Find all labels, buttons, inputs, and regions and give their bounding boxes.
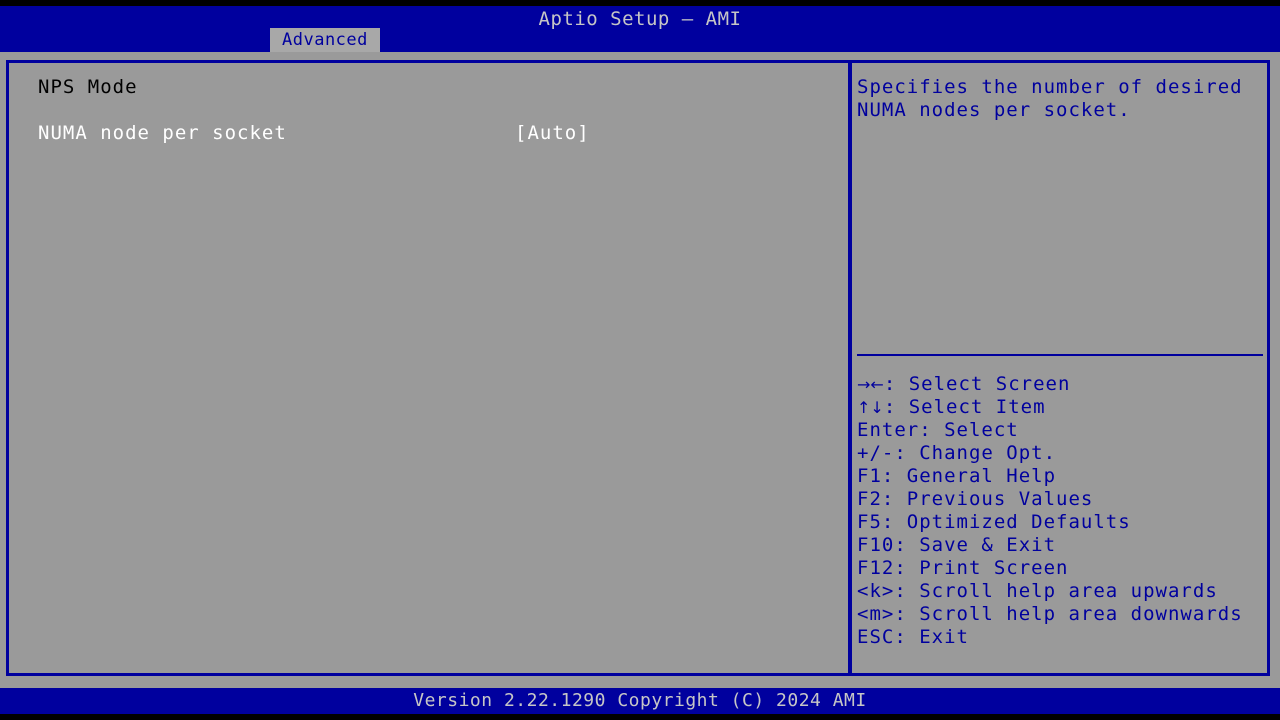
key-legend-item: ↑↓: Select Item xyxy=(857,396,1267,419)
key-legend-action: Scroll help area upwards xyxy=(919,580,1218,602)
key-legend-key: <k> xyxy=(857,580,894,602)
menu-tab-bar: Advanced xyxy=(0,28,1280,52)
key-legend-list: →←: Select Screen↑↓: Select ItemEnter: S… xyxy=(857,373,1267,649)
key-legend-item: F1: General Help xyxy=(857,465,1267,488)
key-legend-separator: : xyxy=(894,557,919,579)
key-legend-item: F10: Save & Exit xyxy=(857,534,1267,557)
key-legend-action: Save & Exit xyxy=(919,534,1056,556)
key-legend-item: F12: Print Screen xyxy=(857,557,1267,580)
key-legend-key: F12 xyxy=(857,557,894,579)
key-legend-item: <k>: Scroll help area upwards xyxy=(857,580,1267,603)
help-divider xyxy=(857,354,1263,356)
key-legend-action: Select xyxy=(944,419,1019,441)
settings-panel: NPS Mode NUMA node per socket [Auto] xyxy=(6,60,851,676)
key-legend-action: Exit xyxy=(919,626,969,648)
key-legend-action: Select Item xyxy=(909,396,1046,418)
key-legend-separator: : xyxy=(894,626,919,648)
key-legend-key: ESC xyxy=(857,626,894,648)
key-legend-action: Select Screen xyxy=(909,373,1071,395)
key-legend-separator: : xyxy=(894,603,919,625)
key-legend-action: General Help xyxy=(907,465,1056,487)
arrow-up-down-icon: ↑↓ xyxy=(857,398,884,417)
key-legend-action: Print Screen xyxy=(919,557,1068,579)
arrow-left-right-icon: →← xyxy=(857,375,884,394)
key-legend-separator: : xyxy=(894,534,919,556)
key-legend-action: Optimized Defaults xyxy=(907,511,1131,533)
section-header-nps-mode: NPS Mode xyxy=(38,76,138,98)
setting-value[interactable]: [Auto] xyxy=(515,122,590,144)
key-legend-item: F2: Previous Values xyxy=(857,488,1267,511)
key-legend-separator: : xyxy=(894,442,919,464)
key-legend-key: Enter xyxy=(857,419,919,441)
key-legend-separator: : xyxy=(884,373,909,395)
key-legend-separator: : xyxy=(884,396,909,418)
key-legend-separator: : xyxy=(919,419,944,441)
key-legend-item: →←: Select Screen xyxy=(857,373,1267,396)
key-legend-separator: : xyxy=(882,511,907,533)
key-legend-separator: : xyxy=(882,465,907,487)
key-legend-item: Enter: Select xyxy=(857,419,1267,442)
setting-row-numa-node-per-socket[interactable]: NUMA node per socket [Auto] xyxy=(38,122,828,146)
key-legend-key: F10 xyxy=(857,534,894,556)
key-legend-item: +/-: Change Opt. xyxy=(857,442,1267,465)
bios-setup-screen: Aptio Setup – AMI Advanced NPS Mode NUMA… xyxy=(0,0,1280,720)
key-legend-key: +/- xyxy=(857,442,894,464)
key-legend-item: F5: Optimized Defaults xyxy=(857,511,1267,534)
key-legend-action: Change Opt. xyxy=(919,442,1056,464)
key-legend-key: F5 xyxy=(857,511,882,533)
key-legend-separator: : xyxy=(882,488,907,510)
footer-version-text: Version 2.22.1290 Copyright (C) 2024 AMI xyxy=(0,688,1280,714)
key-legend-separator: : xyxy=(894,580,919,602)
key-legend-key: <m> xyxy=(857,603,894,625)
help-description: Specifies the number of desired NUMA nod… xyxy=(857,76,1262,122)
key-legend-item: <m>: Scroll help area downwards xyxy=(857,603,1267,626)
key-legend-item: ESC: Exit xyxy=(857,626,1267,649)
key-legend-key: F1 xyxy=(857,465,882,487)
help-panel: Specifies the number of desired NUMA nod… xyxy=(849,60,1270,676)
settings-list: NPS Mode NUMA node per socket [Auto] xyxy=(9,63,848,673)
setting-label: NUMA node per socket xyxy=(38,122,287,144)
key-legend-key: F2 xyxy=(857,488,882,510)
key-legend-action: Scroll help area downwards xyxy=(919,603,1242,625)
tab-advanced[interactable]: Advanced xyxy=(270,28,380,52)
key-legend-action: Previous Values xyxy=(907,488,1094,510)
